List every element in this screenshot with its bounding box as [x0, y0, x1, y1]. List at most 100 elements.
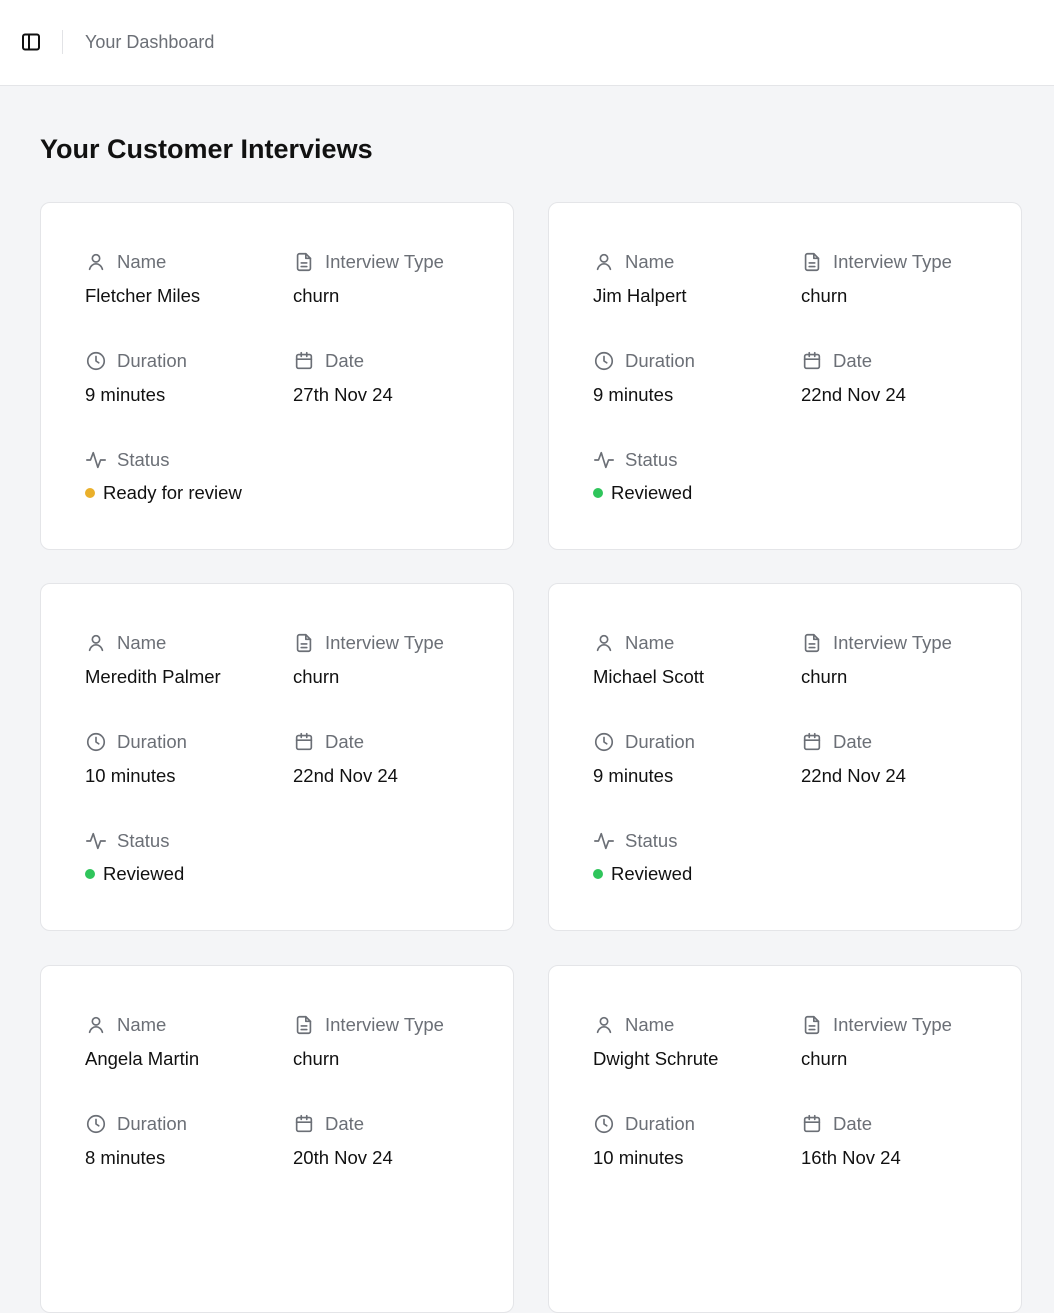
name-label-row: Name: [593, 250, 687, 274]
status-label-row: Status: [593, 448, 692, 472]
document-icon: [293, 251, 315, 273]
status-label: Status: [625, 830, 678, 851]
status-label-row: Status: [85, 829, 184, 853]
status-label: Status: [117, 830, 170, 851]
status-dot-icon: [593, 869, 603, 879]
duration-label-row: Duration: [85, 730, 187, 754]
document-icon: [801, 251, 823, 273]
duration-value: 9 minutes: [593, 765, 674, 786]
duration-value: 10 minutes: [593, 1147, 684, 1168]
name-label: Name: [117, 1014, 167, 1035]
status-label-row: Status: [85, 448, 242, 472]
duration-label-row: Duration: [85, 1112, 187, 1136]
interview-type-label: Interview Type: [833, 251, 952, 272]
date-field: Date 27th Nov 24: [293, 349, 393, 406]
date-label-row: Date: [293, 730, 398, 754]
duration-value: 9 minutes: [593, 384, 674, 405]
breadcrumb-dashboard[interactable]: Your Dashboard: [85, 32, 214, 53]
date-label-row: Date: [293, 1112, 393, 1136]
interview-type-value: churn: [293, 1048, 340, 1069]
interview-type-label: Interview Type: [325, 1014, 444, 1035]
date-label: Date: [325, 731, 365, 752]
name-label-row: Name: [593, 1013, 718, 1037]
sidebar-toggle-icon[interactable]: [20, 31, 42, 53]
date-field: Date 16th Nov 24: [801, 1112, 901, 1169]
interview-type-label: Interview Type: [325, 251, 444, 272]
name-field: Name Fletcher Miles: [85, 250, 200, 307]
activity-icon: [593, 830, 615, 852]
date-field: Date 20th Nov 24: [293, 1112, 393, 1169]
name-value: Fletcher Miles: [85, 285, 201, 306]
name-field: Name Meredith Palmer: [85, 631, 221, 688]
clock-icon: [593, 731, 615, 753]
status-text: Reviewed: [103, 863, 185, 884]
activity-icon: [593, 449, 615, 471]
interview-type-label: Interview Type: [833, 632, 952, 653]
interview-card[interactable]: Name Michael Scott Interview Type churn Dura…: [548, 583, 1022, 931]
interview-type-label: Interview Type: [833, 1014, 952, 1035]
user-icon: [85, 251, 107, 273]
status-dot-icon: [85, 869, 95, 879]
date-label: Date: [833, 350, 873, 371]
date-field: Date 22nd Nov 24: [293, 730, 398, 787]
interview-type-label-row: Interview Type: [293, 1013, 444, 1037]
status-text: Ready for review: [103, 482, 242, 503]
interview-type-field: Interview Type churn: [801, 250, 952, 307]
duration-label: Duration: [117, 1113, 187, 1134]
date-label: Date: [833, 1113, 873, 1134]
duration-label-row: Duration: [593, 730, 695, 754]
name-field: Name Angela Martin: [85, 1013, 199, 1070]
duration-label: Duration: [117, 731, 187, 752]
status-text: Reviewed: [611, 482, 693, 503]
interview-card[interactable]: Name Jim Halpert Interview Type churn Durati…: [548, 202, 1022, 550]
duration-label: Duration: [625, 350, 695, 371]
calendar-icon: [801, 731, 823, 753]
clock-icon: [593, 350, 615, 372]
top-bar: Your Dashboard: [0, 0, 1054, 86]
calendar-icon: [293, 731, 315, 753]
interview-card[interactable]: Name Angela Martin Interview Type churn Dura…: [40, 965, 514, 1313]
name-field: Name Michael Scott: [593, 631, 704, 688]
duration-label-row: Duration: [593, 1112, 695, 1136]
activity-icon: [85, 830, 107, 852]
name-label-row: Name: [85, 1013, 199, 1037]
name-value: Angela Martin: [85, 1048, 200, 1069]
date-value: 20th Nov 24: [293, 1147, 393, 1168]
name-label: Name: [625, 251, 675, 272]
status-field: Status Reviewed: [85, 829, 184, 885]
activity-icon: [85, 449, 107, 471]
user-icon: [593, 1014, 615, 1036]
interview-card[interactable]: Name Dwight Schrute Interview Type churn Dur…: [548, 965, 1022, 1313]
duration-field: Duration 9 minutes: [593, 349, 695, 406]
duration-field: Duration 8 minutes: [85, 1112, 187, 1169]
duration-field: Duration 10 minutes: [593, 1112, 695, 1169]
date-label: Date: [833, 731, 873, 752]
name-label: Name: [625, 1014, 675, 1035]
user-icon: [85, 632, 107, 654]
topbar-divider: [62, 30, 63, 54]
clock-icon: [85, 731, 107, 753]
interview-type-label: Interview Type: [325, 632, 444, 653]
duration-value: 9 minutes: [85, 384, 166, 405]
interview-type-field: Interview Type churn: [801, 1013, 952, 1070]
interview-card[interactable]: Name Fletcher Miles Interview Type churn Dur…: [40, 202, 514, 550]
status-dot-icon: [593, 488, 603, 498]
date-value: 16th Nov 24: [801, 1147, 901, 1168]
date-label-row: Date: [293, 349, 393, 373]
duration-label: Duration: [625, 731, 695, 752]
duration-label-row: Duration: [593, 349, 695, 373]
interview-type-field: Interview Type churn: [801, 631, 952, 688]
interview-type-field: Interview Type churn: [293, 250, 444, 307]
interview-type-field: Interview Type churn: [293, 1013, 444, 1070]
interview-card[interactable]: Name Meredith Palmer Interview Type churn Du…: [40, 583, 514, 931]
duration-value: 8 minutes: [85, 1147, 166, 1168]
status-field: Status Reviewed: [593, 448, 692, 504]
date-field: Date 22nd Nov 24: [801, 349, 906, 406]
duration-field: Duration 10 minutes: [85, 730, 187, 787]
date-value: 22nd Nov 24: [801, 765, 906, 786]
duration-label: Duration: [117, 350, 187, 371]
name-value: Meredith Palmer: [85, 666, 221, 687]
interview-type-label-row: Interview Type: [293, 250, 444, 274]
date-label-row: Date: [801, 1112, 901, 1136]
date-label: Date: [325, 350, 365, 371]
